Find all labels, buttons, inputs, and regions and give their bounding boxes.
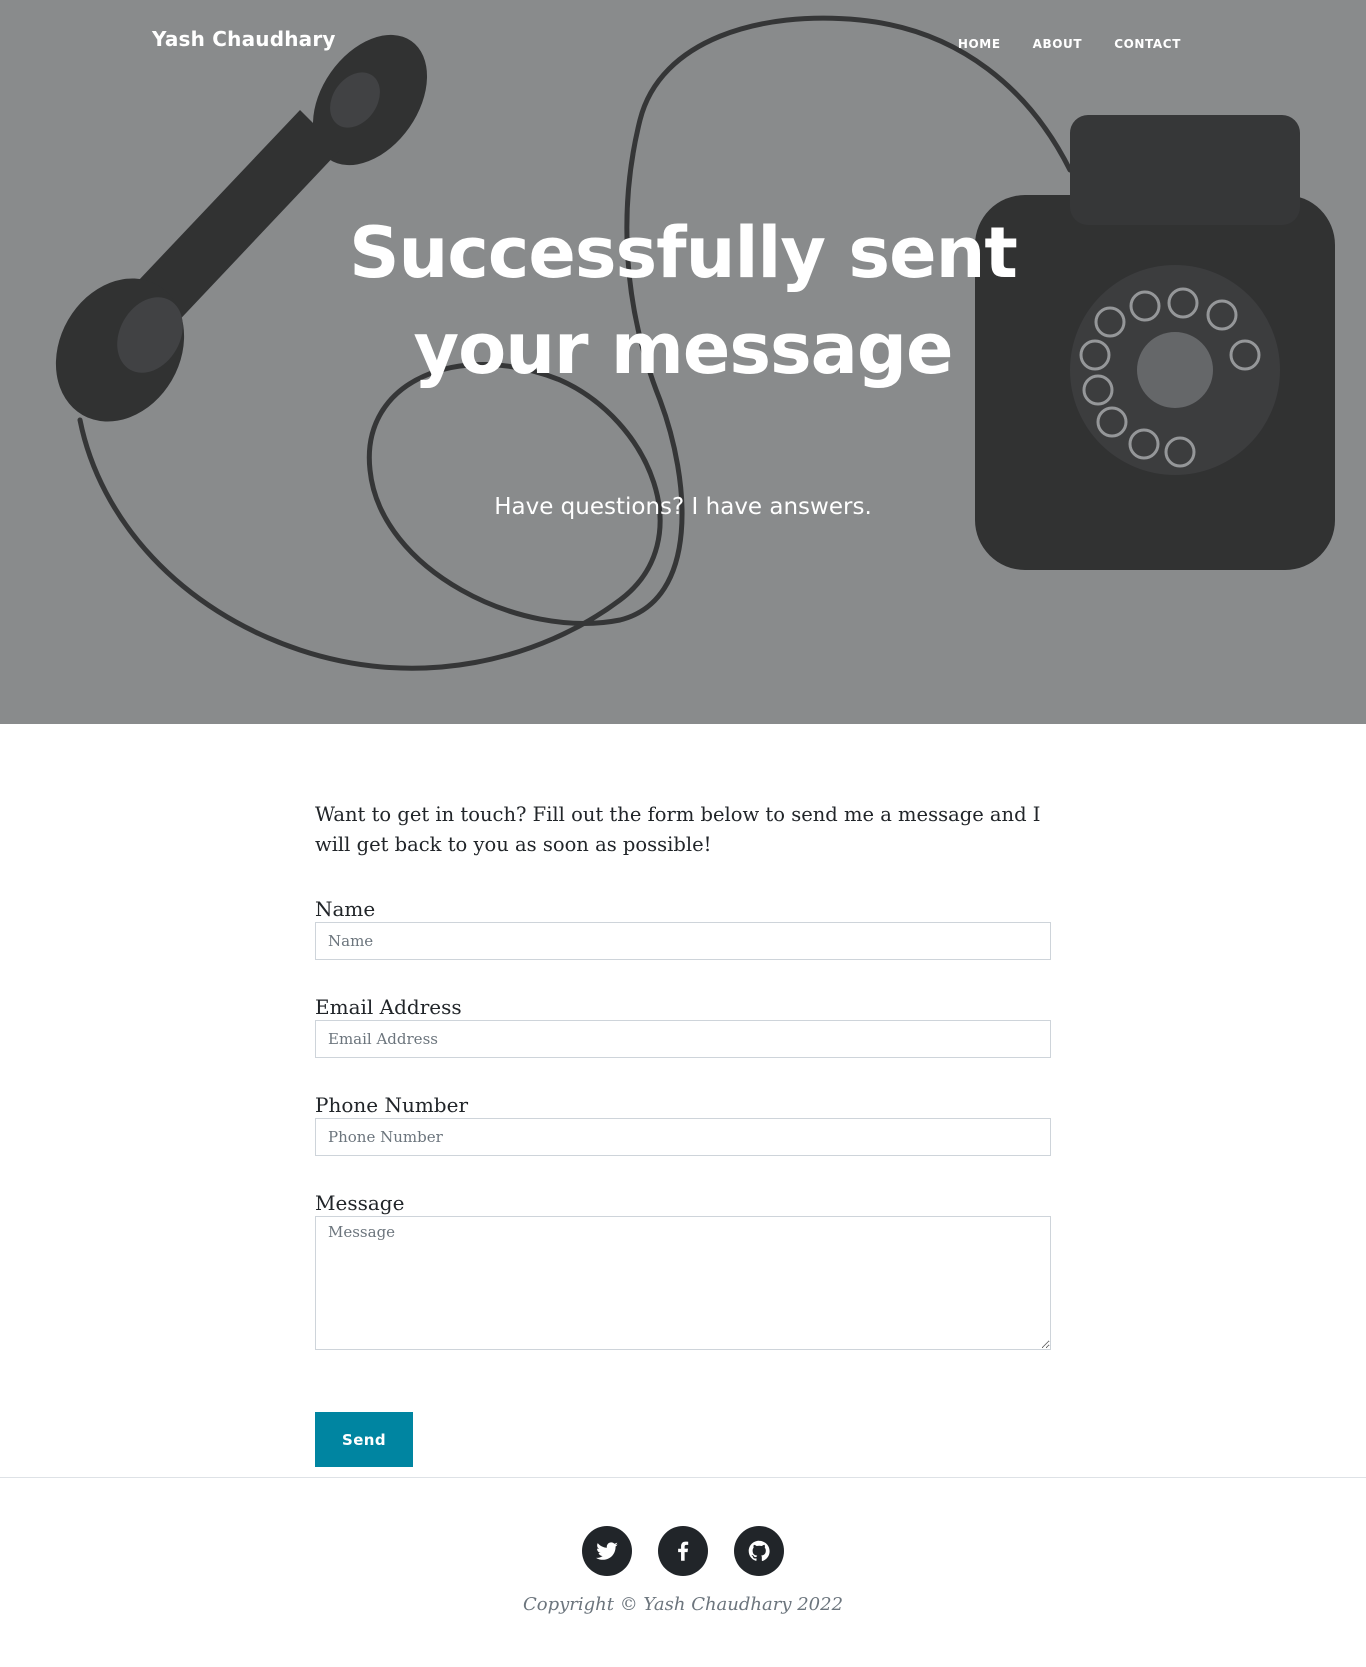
hero-banner: Yash Chaudhary HOME ABOUT CONTACT Succes…	[0, 0, 1366, 724]
email-input[interactable]	[315, 1020, 1051, 1058]
send-button[interactable]: Send	[315, 1412, 413, 1467]
github-icon	[748, 1540, 770, 1561]
name-label: Name	[315, 897, 376, 921]
facebook-link[interactable]	[658, 1526, 708, 1576]
message-label: Message	[315, 1191, 405, 1215]
email-group: Email Address	[315, 994, 1051, 1058]
page-heading: Successfully sent your message	[349, 212, 1018, 390]
email-label: Email Address	[315, 995, 462, 1019]
twitter-link[interactable]	[582, 1526, 632, 1576]
nav-item-contact: CONTACT	[1114, 33, 1181, 52]
brand-link[interactable]: Yash Chaudhary	[152, 27, 336, 51]
footer-divider	[0, 1477, 1366, 1478]
message-group: Message	[315, 1190, 1051, 1350]
phone-group: Phone Number	[315, 1092, 1051, 1156]
page-subheading: Have questions? I have answers.	[494, 494, 872, 520]
nav-link-home[interactable]: HOME	[958, 37, 1001, 51]
nav-item-about: ABOUT	[1033, 33, 1083, 52]
message-textarea[interactable]	[315, 1216, 1051, 1350]
contact-intro: Want to get in touch? Fill out the form …	[315, 803, 1041, 856]
contact-form: Name Email Address Phone Number Message …	[315, 896, 1051, 1467]
facebook-icon	[678, 1541, 689, 1561]
copyright-text: Copyright © Yash Chaudhary 2022	[522, 1594, 844, 1615]
name-group: Name	[315, 896, 1051, 960]
contact-section: Want to get in touch? Fill out the form …	[315, 800, 1051, 1467]
phone-input[interactable]	[315, 1118, 1051, 1156]
nav-links: HOME ABOUT CONTACT	[958, 33, 1181, 52]
twitter-icon	[596, 1542, 618, 1560]
github-link[interactable]	[734, 1526, 784, 1576]
nav-link-about[interactable]: ABOUT	[1033, 37, 1083, 51]
phone-label: Phone Number	[315, 1093, 468, 1117]
top-nav: Yash Chaudhary HOME ABOUT CONTACT	[0, 0, 1366, 82]
name-input[interactable]	[315, 922, 1051, 960]
social-links	[582, 1526, 784, 1576]
nav-item-home: HOME	[958, 33, 1001, 52]
nav-link-contact[interactable]: CONTACT	[1114, 37, 1181, 51]
